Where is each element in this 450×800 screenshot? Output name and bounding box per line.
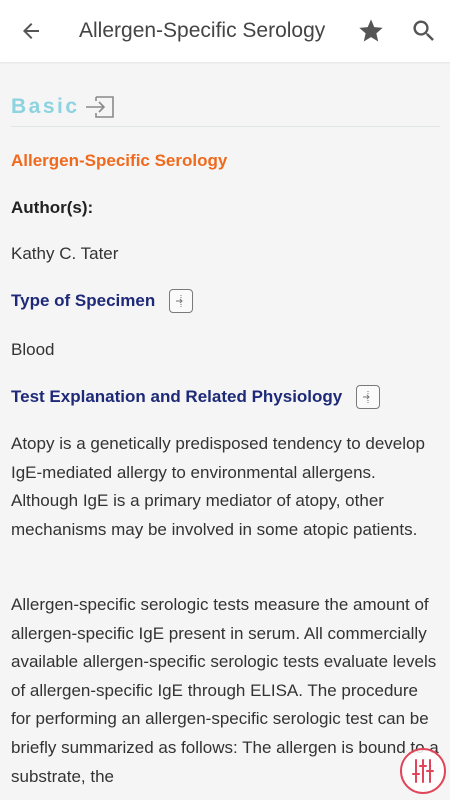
paragraph: Allergen-specific serologic tests measur… [11,595,439,786]
star-icon[interactable] [357,17,385,45]
heading-type-of-specimen: Type of Specimen [11,289,194,313]
document-title: Allergen-Specific Serology [11,151,228,170]
expand-icon [176,295,183,307]
expand-icon [363,391,370,403]
app-bar: Allergen-Specific Serology [0,0,450,62]
author-label: Author(s): [11,198,94,217]
specimen-value: Blood [11,340,55,359]
paragraph: Atopy is a genetically predisposed tende… [11,434,425,539]
settings-fab[interactable] [400,748,446,794]
expand-section-button[interactable] [356,385,381,409]
heading-test-explanation: Test Explanation and Related Physiology [11,385,381,409]
heading-label: Test Explanation and Related Physiology [11,387,343,406]
author-name: Kathy C. Tater [11,244,119,263]
heading-label: Type of Specimen [11,291,156,310]
section-divider [11,126,440,127]
enter-icon [85,96,114,118]
search-icon[interactable] [410,17,438,45]
sliders-icon [412,759,434,783]
expand-section-button[interactable] [169,289,194,313]
page-title: Allergen-Specific Serology [79,19,326,42]
article-content[interactable]: Basic Allergen-Specific Serology Author(… [0,62,450,800]
arrow-left-icon[interactable] [18,19,44,43]
section-header-basic[interactable]: Basic [11,95,116,119]
section-label: Basic [11,95,80,118]
